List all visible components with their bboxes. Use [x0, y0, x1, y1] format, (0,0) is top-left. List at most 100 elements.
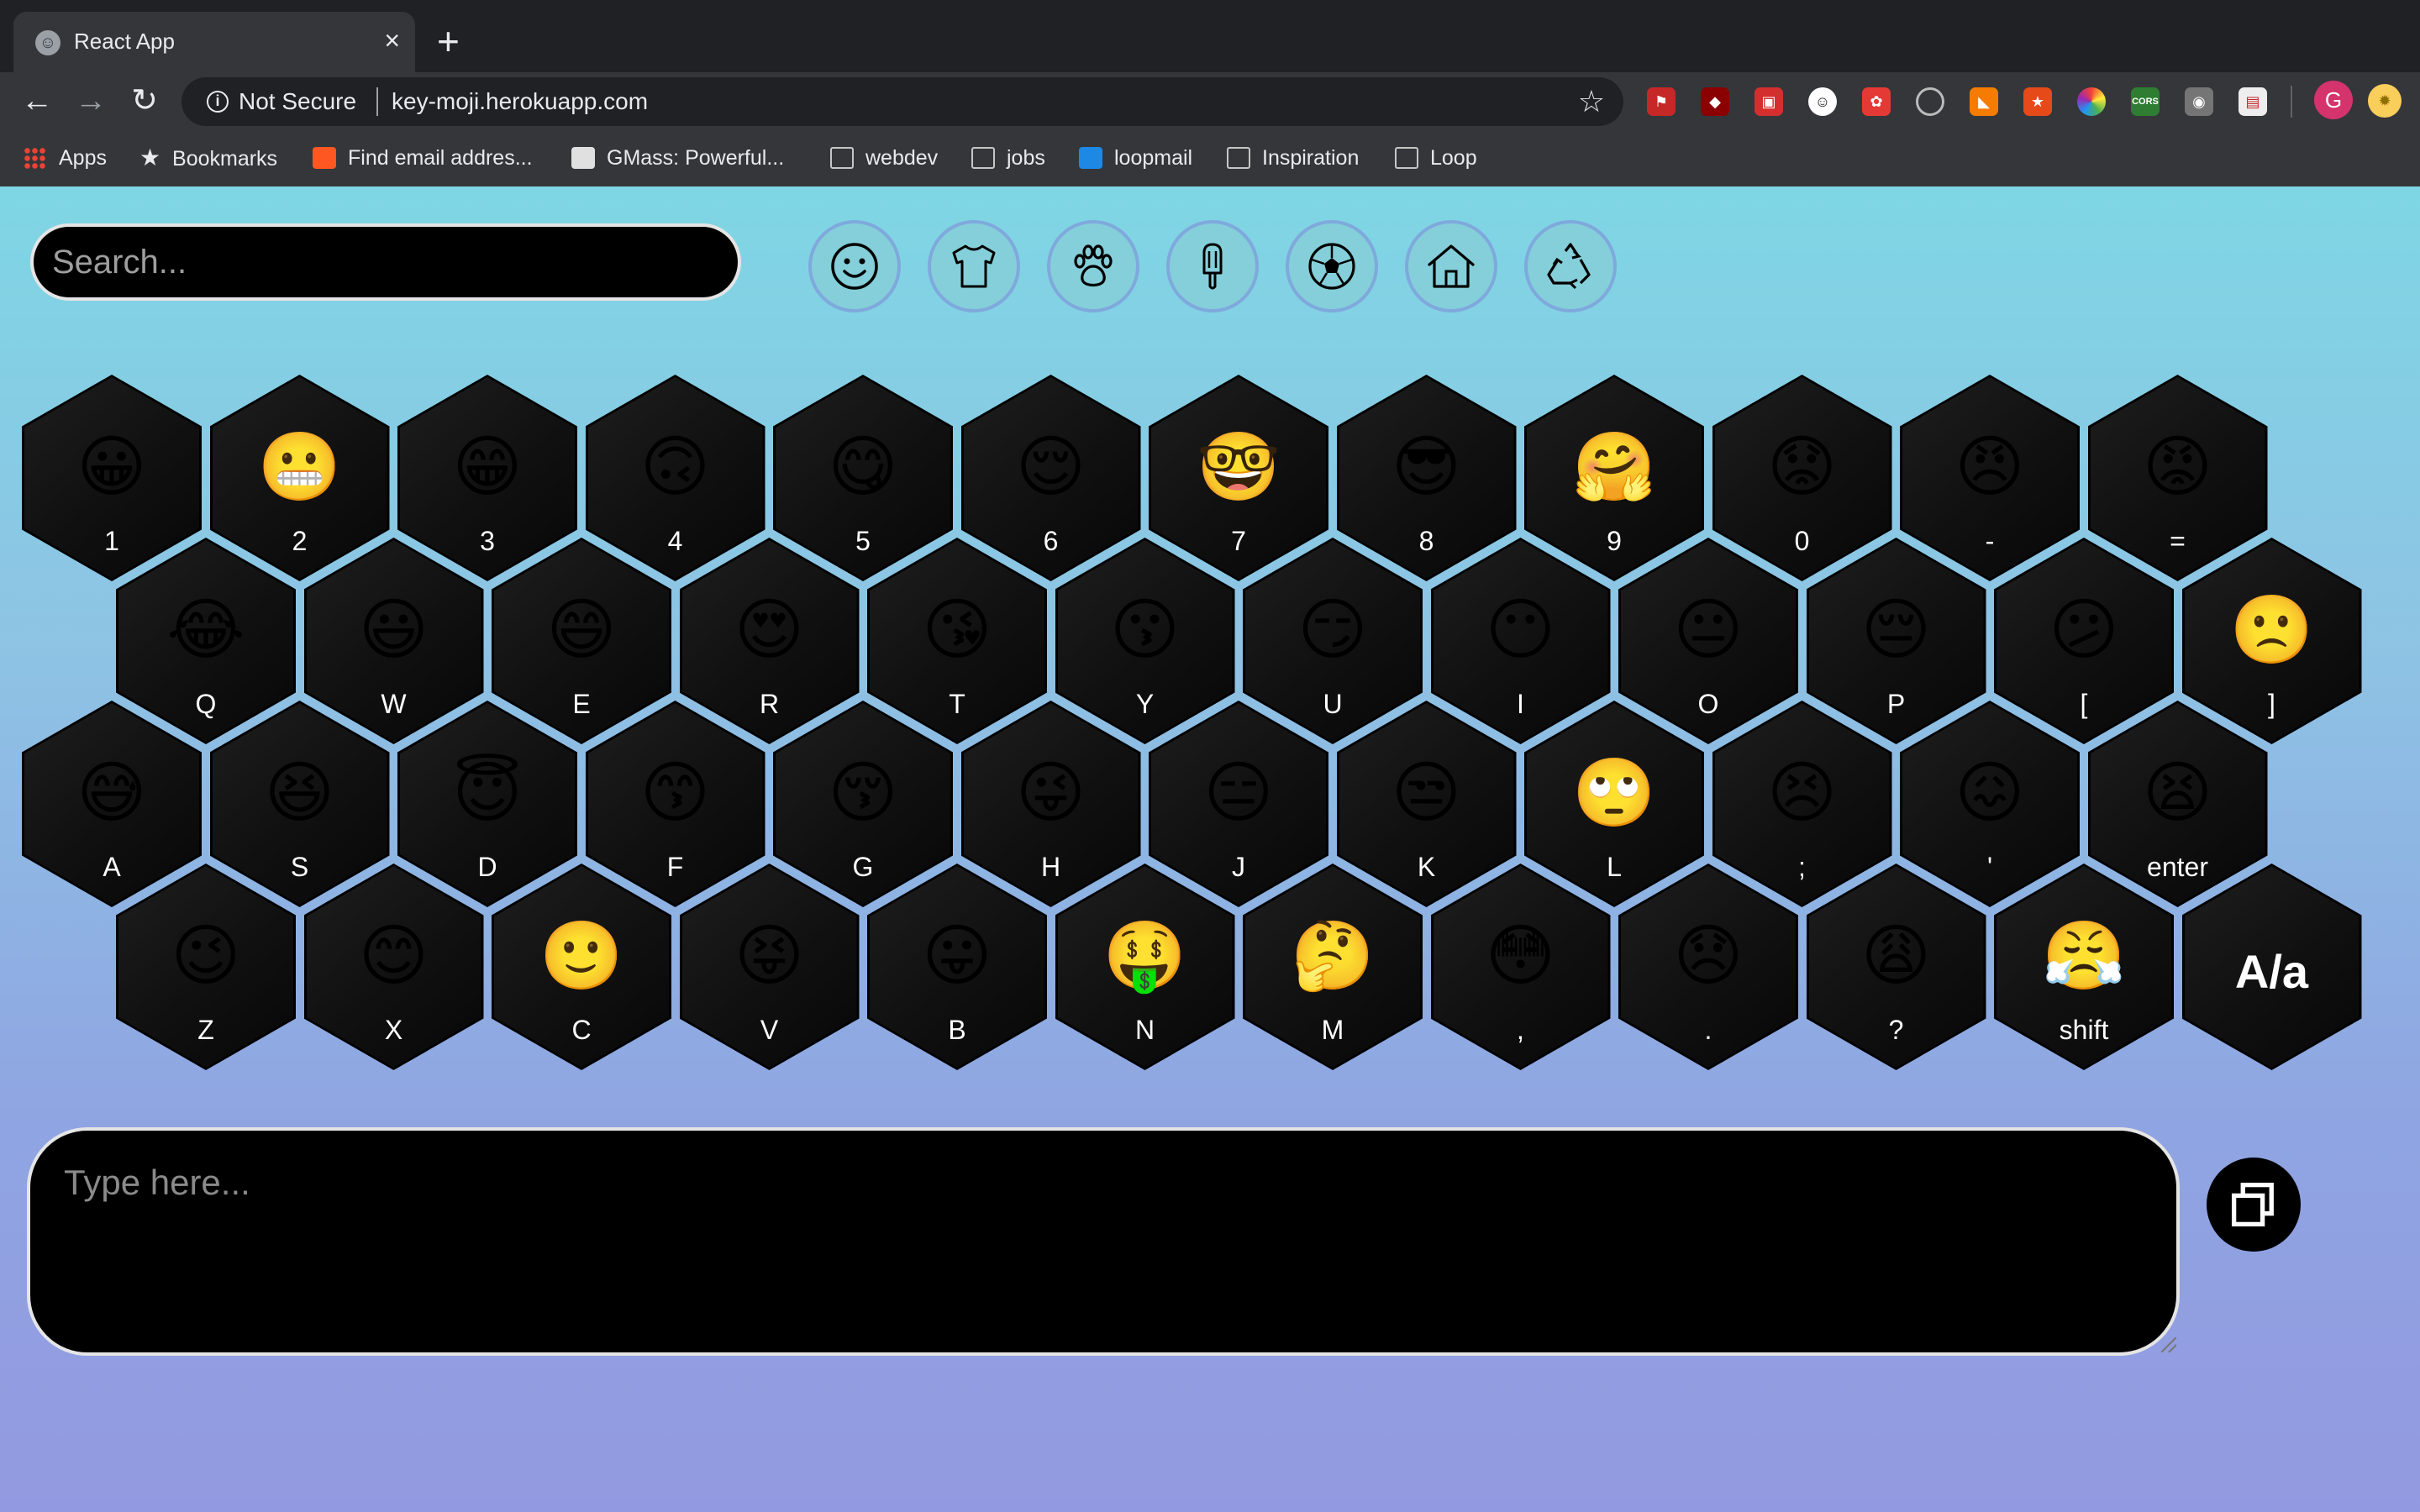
emoji-key[interactable]: 🤗 9 — [1524, 375, 1704, 581]
key-label: ; — [1798, 852, 1806, 882]
category-symbols-button[interactable] — [1524, 220, 1617, 312]
key-emoji: 😣 — [1766, 755, 1838, 830]
emoji-key[interactable]: 😩? — [1806, 864, 1986, 1070]
emoji-key[interactable]: 😒 K — [1336, 701, 1517, 907]
emoji-key[interactable]: 😄 E — [492, 538, 671, 744]
resize-handle[interactable] — [2161, 1337, 2176, 1352]
emoji-key[interactable]: 😶 I — [1430, 538, 1611, 744]
bookmark-webdev[interactable]: webdev — [830, 143, 938, 173]
bookmark-find-email[interactable]: Find email addres... — [313, 143, 533, 173]
emoji-key[interactable]: 😌 6 — [960, 375, 1141, 581]
emoji-key[interactable]: 🤓 7 — [1149, 375, 1328, 581]
emoji-key[interactable]: 😅 A — [22, 701, 202, 907]
bookmark-star-icon[interactable]: ☆ — [1578, 82, 1605, 121]
case-toggle-key[interactable]: A/a — [2181, 864, 2362, 1070]
forward-arrow-icon[interactable]: → — [67, 77, 114, 124]
emoji-key[interactable]: 😑 J — [1149, 701, 1328, 907]
reload-icon[interactable]: ↻ — [121, 77, 168, 124]
extension-calendar-icon[interactable]: ▣ — [1754, 87, 1783, 116]
emoji-key[interactable]: 😉 Z — [116, 864, 296, 1070]
emoji-key[interactable]: 😡 = — [2087, 375, 2268, 581]
emoji-key[interactable]: 😊 X — [303, 864, 484, 1070]
emoji-key[interactable]: 😜 H — [960, 701, 1141, 907]
emoji-key[interactable]: 😗 Y — [1055, 538, 1235, 744]
emoji-key[interactable]: 😞. — [1618, 864, 1798, 1070]
bookmark-loop[interactable]: Loop — [1395, 143, 1477, 173]
emoji-key[interactable]: 😇 D — [397, 701, 577, 907]
address-bar[interactable]: i Not Secure key-moji.herokuapp.com ☆ — [182, 77, 1623, 126]
emoji-key[interactable]: 😃 W — [303, 538, 484, 744]
apps-grid-icon — [24, 147, 47, 169]
emoji-key[interactable]: 😙 F — [585, 701, 765, 907]
emoji-key[interactable]: 🙄 L — [1524, 701, 1704, 907]
camera-icon[interactable]: ◉ — [2185, 87, 2213, 116]
extension-badge-icon[interactable]: ★ — [2023, 87, 2052, 116]
color-wheel-icon[interactable] — [2077, 87, 2106, 116]
emoji-key[interactable]: 😁 3 — [397, 375, 577, 581]
emoji-key[interactable]: 😘 T — [867, 538, 1047, 744]
metamask-fox-icon[interactable]: ◣ — [1970, 87, 1998, 116]
category-smileys-button[interactable] — [808, 220, 901, 312]
emoji-key[interactable]: 😝 V — [679, 864, 860, 1070]
emoji-key[interactable]: 😣; — [1712, 701, 1892, 907]
category-food-button[interactable] — [1166, 220, 1259, 312]
key-emoji: 😠 — [1954, 429, 2025, 504]
emoji-key[interactable]: 🤔 M — [1243, 864, 1423, 1070]
emoji-key[interactable]: 😖 ' — [1900, 701, 2080, 907]
bookmark-apps[interactable]: Apps — [24, 143, 107, 173]
browser-tab[interactable]: ☺ React App × — [13, 12, 415, 72]
category-animals-button[interactable] — [1047, 220, 1139, 312]
category-places-button[interactable] — [1405, 220, 1497, 312]
emoji-key[interactable]: 😏 U — [1243, 538, 1423, 744]
key-emoji: 😎 — [1391, 429, 1462, 504]
new-tab-button[interactable]: + — [437, 22, 460, 60]
emoji-key[interactable]: 😎 8 — [1336, 375, 1517, 581]
info-icon[interactable]: i — [207, 91, 229, 113]
back-arrow-icon[interactable]: ← — [13, 77, 60, 124]
emoji-key[interactable]: 😳, — [1430, 864, 1611, 1070]
category-activities-button[interactable] — [1286, 220, 1378, 312]
ublock-icon[interactable]: ◆ — [1701, 87, 1729, 116]
key-label: B — [948, 1015, 966, 1045]
profile-avatar[interactable]: G — [2314, 81, 2353, 119]
cors-extension-icon[interactable]: CORS — [2131, 87, 2160, 116]
emoji-key[interactable]: 😚 G — [773, 701, 953, 907]
extension-face-icon[interactable]: ☺ — [1808, 87, 1837, 116]
close-tab-icon[interactable]: × — [384, 25, 400, 55]
bookmark-loopmail[interactable]: loopmail — [1079, 143, 1192, 173]
emoji-key[interactable]: 😟 0 — [1712, 375, 1892, 581]
url-text[interactable]: key-moji.herokuapp.com — [392, 88, 648, 115]
bookmark-bookmarks[interactable]: ★ Bookmarks — [139, 143, 277, 173]
bookmark-jobs[interactable]: jobs — [971, 143, 1045, 173]
emoji-key[interactable]: 😂 Q — [116, 538, 296, 744]
emoji-key[interactable]: 😤 shift — [1994, 864, 2174, 1070]
emoji-key[interactable]: 🙂 C — [492, 864, 671, 1070]
emoji-key[interactable]: 😀 1 — [22, 375, 202, 581]
emoji-key[interactable]: 😔 P — [1806, 538, 1986, 744]
category-clothing-button[interactable] — [928, 220, 1020, 312]
emoji-key[interactable]: 😬 2 — [209, 375, 390, 581]
type-here-textarea[interactable] — [27, 1127, 2180, 1356]
extension-shield-icon[interactable]: ⚑ — [1647, 87, 1676, 116]
extension-note-icon[interactable]: ▤ — [2238, 87, 2267, 116]
bookmark-gmass[interactable]: GMass: Powerful... — [571, 143, 784, 173]
emoji-key[interactable]: 😐 O — [1618, 538, 1798, 744]
key-label: 4 — [667, 526, 683, 556]
extension-gear-icon[interactable]: ✿ — [1862, 87, 1891, 116]
bookmark-inspiration[interactable]: Inspiration — [1227, 143, 1359, 173]
emoji-key[interactable]: 😋 5 — [773, 375, 953, 581]
emoji-key[interactable]: 🙃 4 — [585, 375, 765, 581]
search-input[interactable] — [30, 223, 741, 301]
key-label: ] — [2268, 689, 2275, 719]
emoji-key[interactable]: 😫 enter — [2087, 701, 2268, 907]
copy-button[interactable] — [2207, 1158, 2301, 1252]
emoji-key[interactable]: 😛 B — [867, 864, 1047, 1070]
extension-sun-icon[interactable]: ✹ — [2368, 84, 2402, 118]
emoji-key[interactable]: 😠 - — [1900, 375, 2080, 581]
emoji-key[interactable]: 🙁] — [2181, 538, 2362, 744]
extension-target-icon[interactable] — [1916, 87, 1944, 116]
emoji-key[interactable]: 😍 R — [679, 538, 860, 744]
emoji-key[interactable]: 🤑 N — [1055, 864, 1235, 1070]
emoji-key[interactable]: 😆 S — [209, 701, 390, 907]
emoji-key[interactable]: 😕[ — [1994, 538, 2174, 744]
